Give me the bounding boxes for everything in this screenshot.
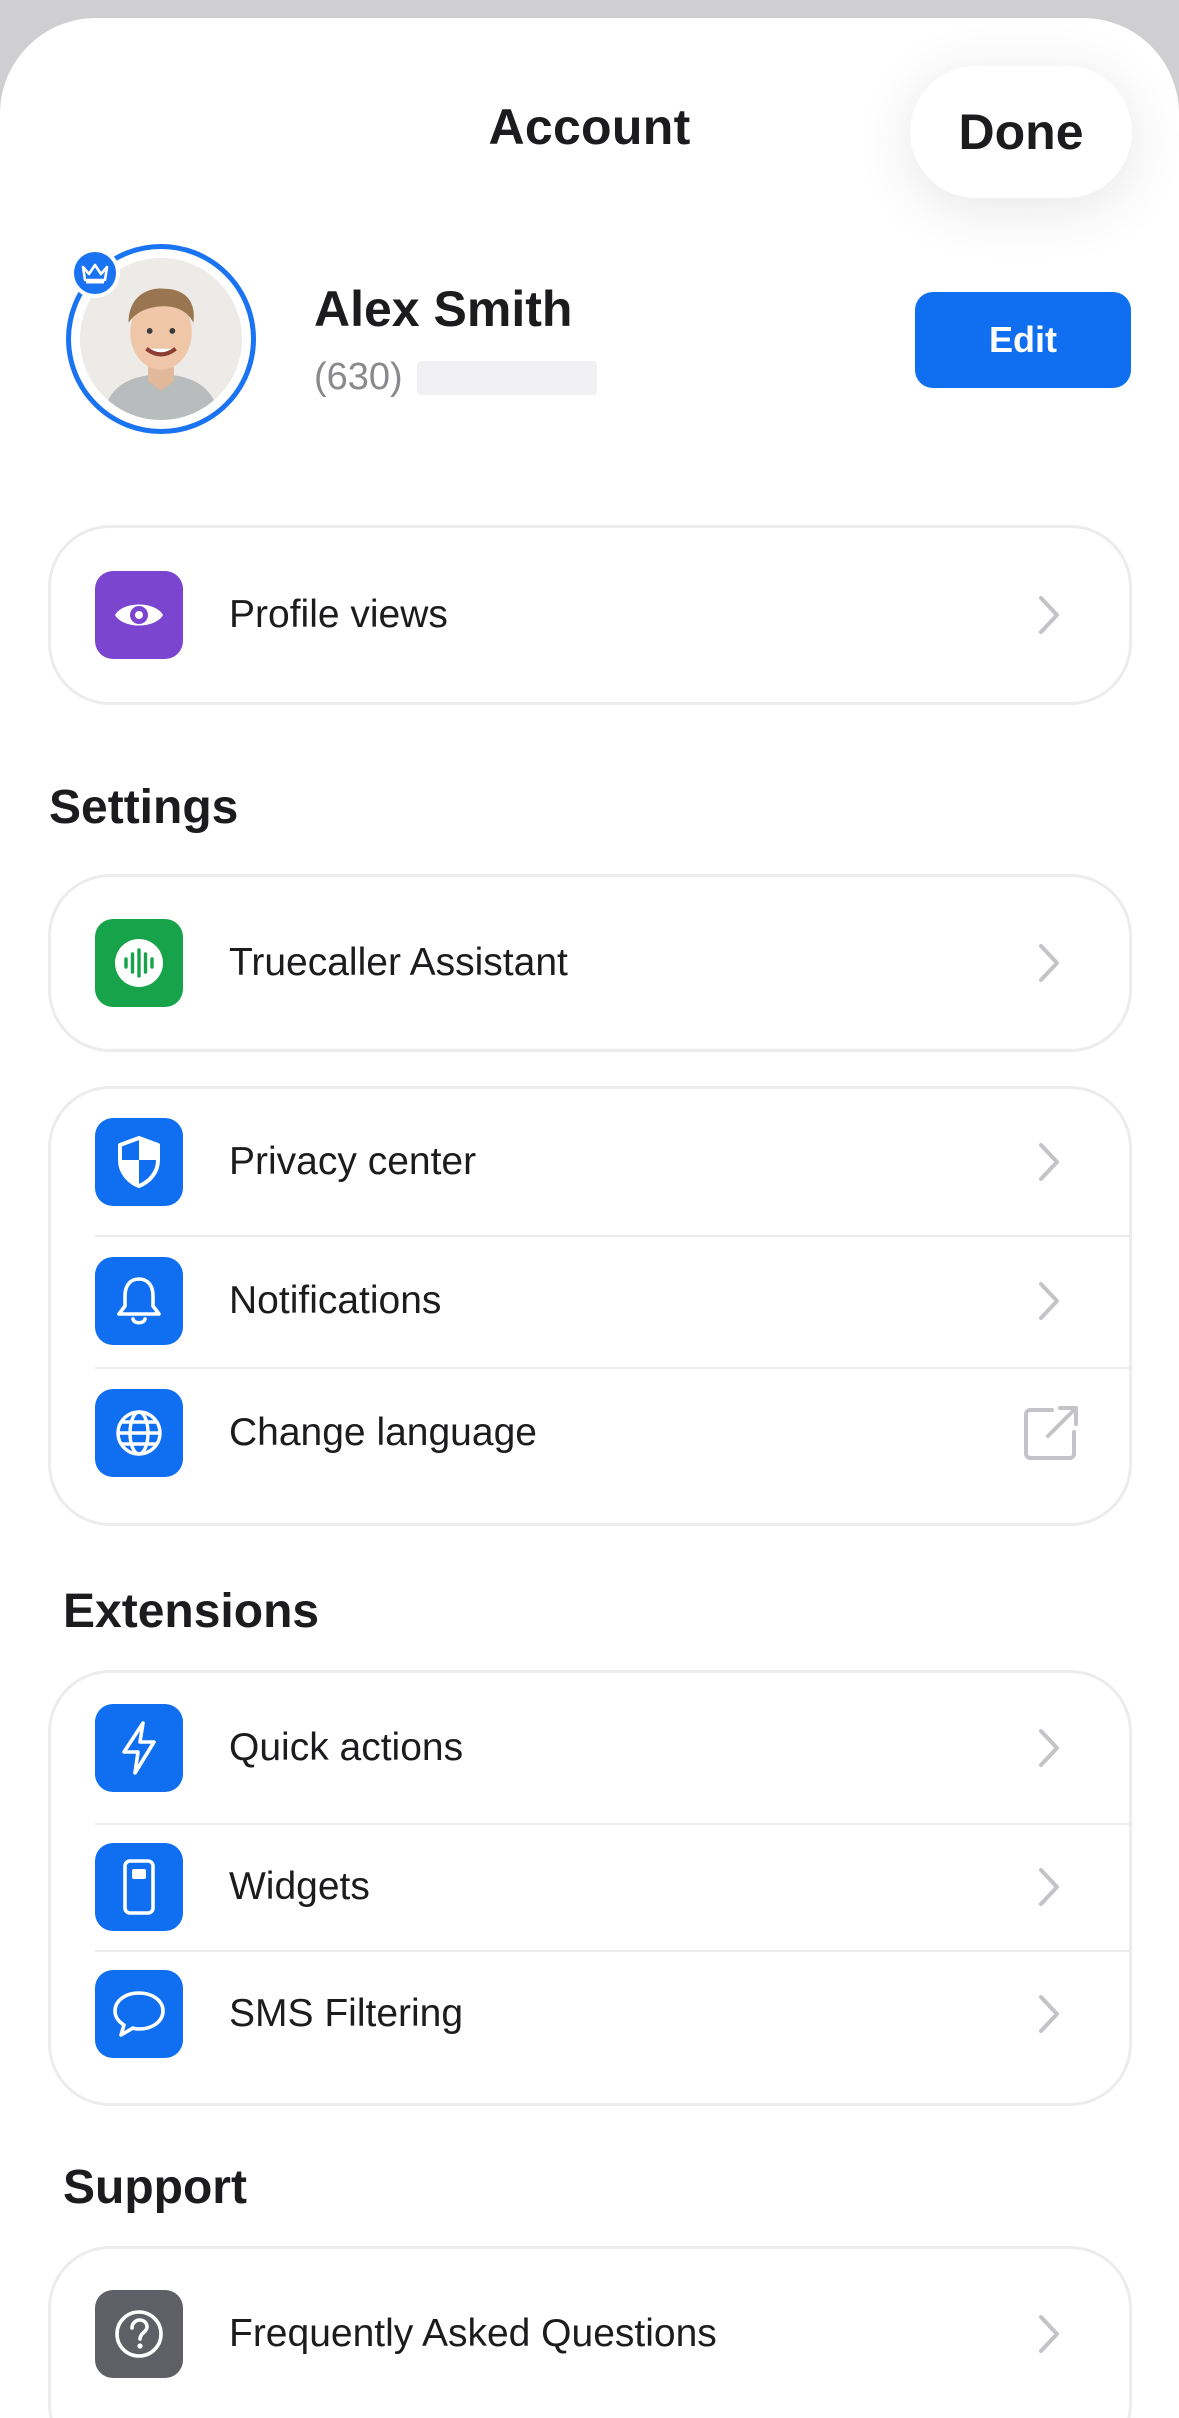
chat-bubble-icon [95,1969,183,2058]
change-language-label: Change language [229,1411,537,1454]
chevron-right-icon [1033,937,1065,989]
profile-views-card: Profile views [48,525,1132,705]
chevron-right-icon [1033,1861,1065,1913]
question-icon [95,2290,183,2378]
account-sheet: Account Done Alex Smith (630) Edit Profi… [0,18,1179,2418]
chevron-right-icon [1033,1275,1065,1327]
profile-name: Alex Smith [314,281,573,337]
done-button[interactable]: Done [910,66,1132,198]
chevron-right-icon [1033,2308,1065,2360]
privacy-center-label: Privacy center [229,1140,477,1183]
faq-label: Frequently Asked Questions [229,2312,717,2355]
phone-prefix: (630) [314,356,403,398]
voice-wave-icon [95,919,183,1007]
edit-profile-button[interactable]: Edit [915,292,1131,388]
profile-views-item[interactable]: Profile views [51,528,1129,702]
notifications-item[interactable]: Notifications [51,1235,1129,1367]
sms-filtering-item[interactable]: SMS Filtering [51,1950,1129,2077]
premium-crown-icon [70,248,120,298]
quick-actions-label: Quick actions [229,1726,464,1769]
truecaller-assistant-label: Truecaller Assistant [229,941,568,984]
profile-views-label: Profile views [229,593,448,636]
settings-section-title: Settings [49,781,239,834]
widgets-item[interactable]: Widgets [51,1823,1129,1950]
phone-redacted [416,360,597,395]
quick-actions-item[interactable]: Quick actions [51,1673,1129,1823]
chevron-right-icon [1033,1722,1065,1774]
profile-phone: (630) [314,356,597,399]
widgets-label: Widgets [229,1864,370,1908]
assistant-card: Truecaller Assistant [48,874,1132,1052]
sms-filtering-label: SMS Filtering [229,1991,464,2035]
chevron-right-icon [1033,1136,1065,1188]
chevron-right-icon [1033,589,1065,641]
chevron-right-icon [1033,1988,1065,2040]
extensions-section-title: Extensions [63,1585,320,1638]
support-card: Frequently Asked Questions [48,2246,1132,2418]
bell-icon [95,1257,183,1345]
external-link-icon [1021,1403,1081,1463]
support-section-title: Support [63,2161,247,2214]
faq-item[interactable]: Frequently Asked Questions [51,2249,1129,2418]
extensions-card: Quick actions Widgets SMS Filtering [48,1670,1132,2106]
truecaller-assistant-item[interactable]: Truecaller Assistant [51,877,1129,1049]
notifications-label: Notifications [229,1279,442,1322]
phone-widget-icon [95,1842,183,1931]
change-language-item[interactable]: Change language [51,1367,1129,1499]
lightning-icon [95,1704,183,1792]
shield-icon [95,1118,183,1206]
globe-icon [95,1389,183,1477]
privacy-center-item[interactable]: Privacy center [51,1089,1129,1235]
eye-icon [95,571,183,659]
settings-card: Privacy center Notifications Change lang… [48,1086,1132,1526]
